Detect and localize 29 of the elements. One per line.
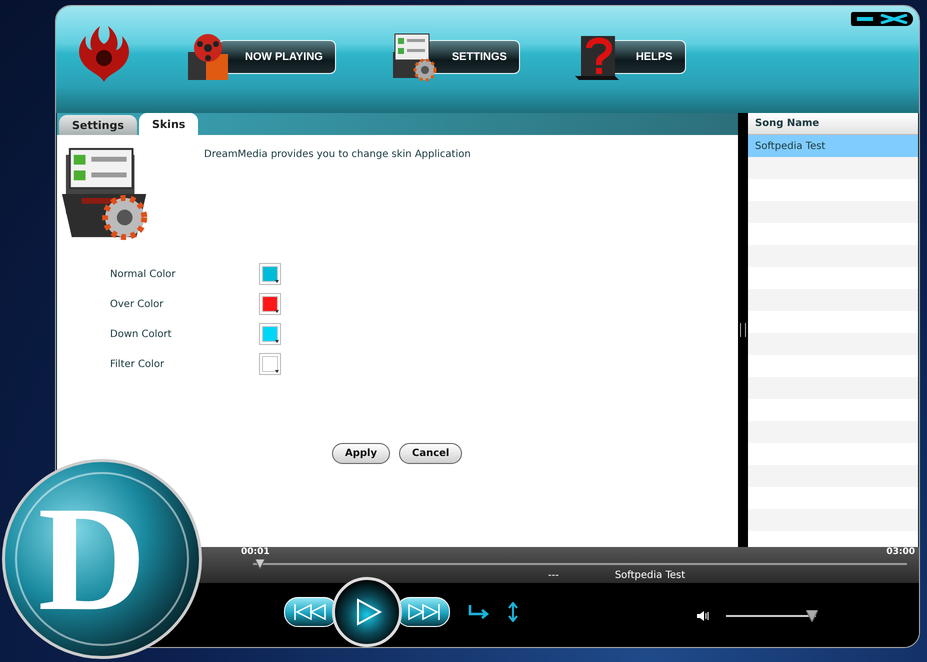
letter-logo: D [2,459,202,659]
now-playing-title: Softpedia Test [614,570,686,581]
speaker-icon[interactable] [696,610,710,622]
seek-thumb[interactable] [254,559,265,569]
color-label: Filter Color [110,358,166,370]
track-separator: --- [548,570,559,581]
total-time: 03:00 [886,547,915,557]
color-label: Normal Color [110,268,176,280]
nav-button[interactable]: HELPS [574,32,686,82]
caret-icon [275,310,279,313]
description-text: DreamMedia provides you to change skin Application [204,149,471,162]
close-icon[interactable] [879,14,909,24]
minimize-icon[interactable] [855,14,875,24]
vertical-arrow-icon[interactable] [508,602,518,622]
caret-icon [275,340,279,343]
volume-thumb[interactable] [806,610,818,622]
splitter-handle[interactable] [738,113,748,547]
column-header[interactable]: Song Name [748,113,918,135]
color-label: Down Colort [110,328,173,340]
caret-icon [275,370,279,373]
repeat-arrow-icon[interactable] [468,605,490,619]
action-button[interactable]: Apply [332,443,390,464]
action-button[interactable]: Cancel [399,443,462,464]
caret-icon [275,280,279,283]
elapsed-time: 00:01 [241,547,270,557]
playlist-row[interactable]: Softpedia Test [748,135,918,157]
tab[interactable]: Settings [59,115,137,135]
tab[interactable]: Skins [138,113,198,135]
color-label: Over Color [110,298,164,310]
